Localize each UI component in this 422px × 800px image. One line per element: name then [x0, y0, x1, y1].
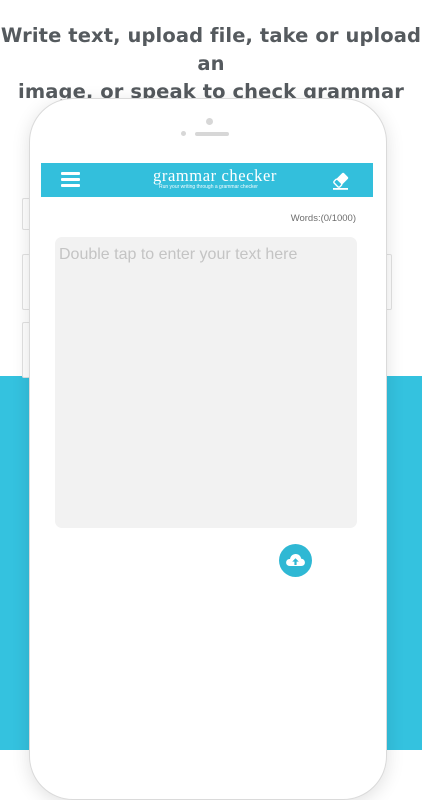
app-bar: grammar checker Run your writing through…	[41, 163, 373, 197]
app-title: grammar checker	[153, 166, 277, 185]
phone-camera	[206, 118, 213, 125]
cloud-upload-icon	[286, 554, 305, 566]
app-logo: grammar checker Run your writing through…	[153, 166, 277, 191]
word-count: Words:(0/1000)	[290, 213, 356, 224]
app-tagline: Run your writing through a grammar check…	[159, 184, 258, 190]
eraser-icon[interactable]	[330, 169, 352, 191]
phone-speaker	[195, 132, 229, 136]
text-input[interactable]	[55, 237, 357, 528]
promo-headline: Write text, upload file, take or upload …	[0, 22, 422, 106]
headline-line-1: Write text, upload file, take or upload …	[0, 24, 422, 75]
upload-button[interactable]	[279, 544, 312, 577]
menu-icon[interactable]	[61, 172, 80, 187]
phone-sensor	[181, 131, 186, 136]
